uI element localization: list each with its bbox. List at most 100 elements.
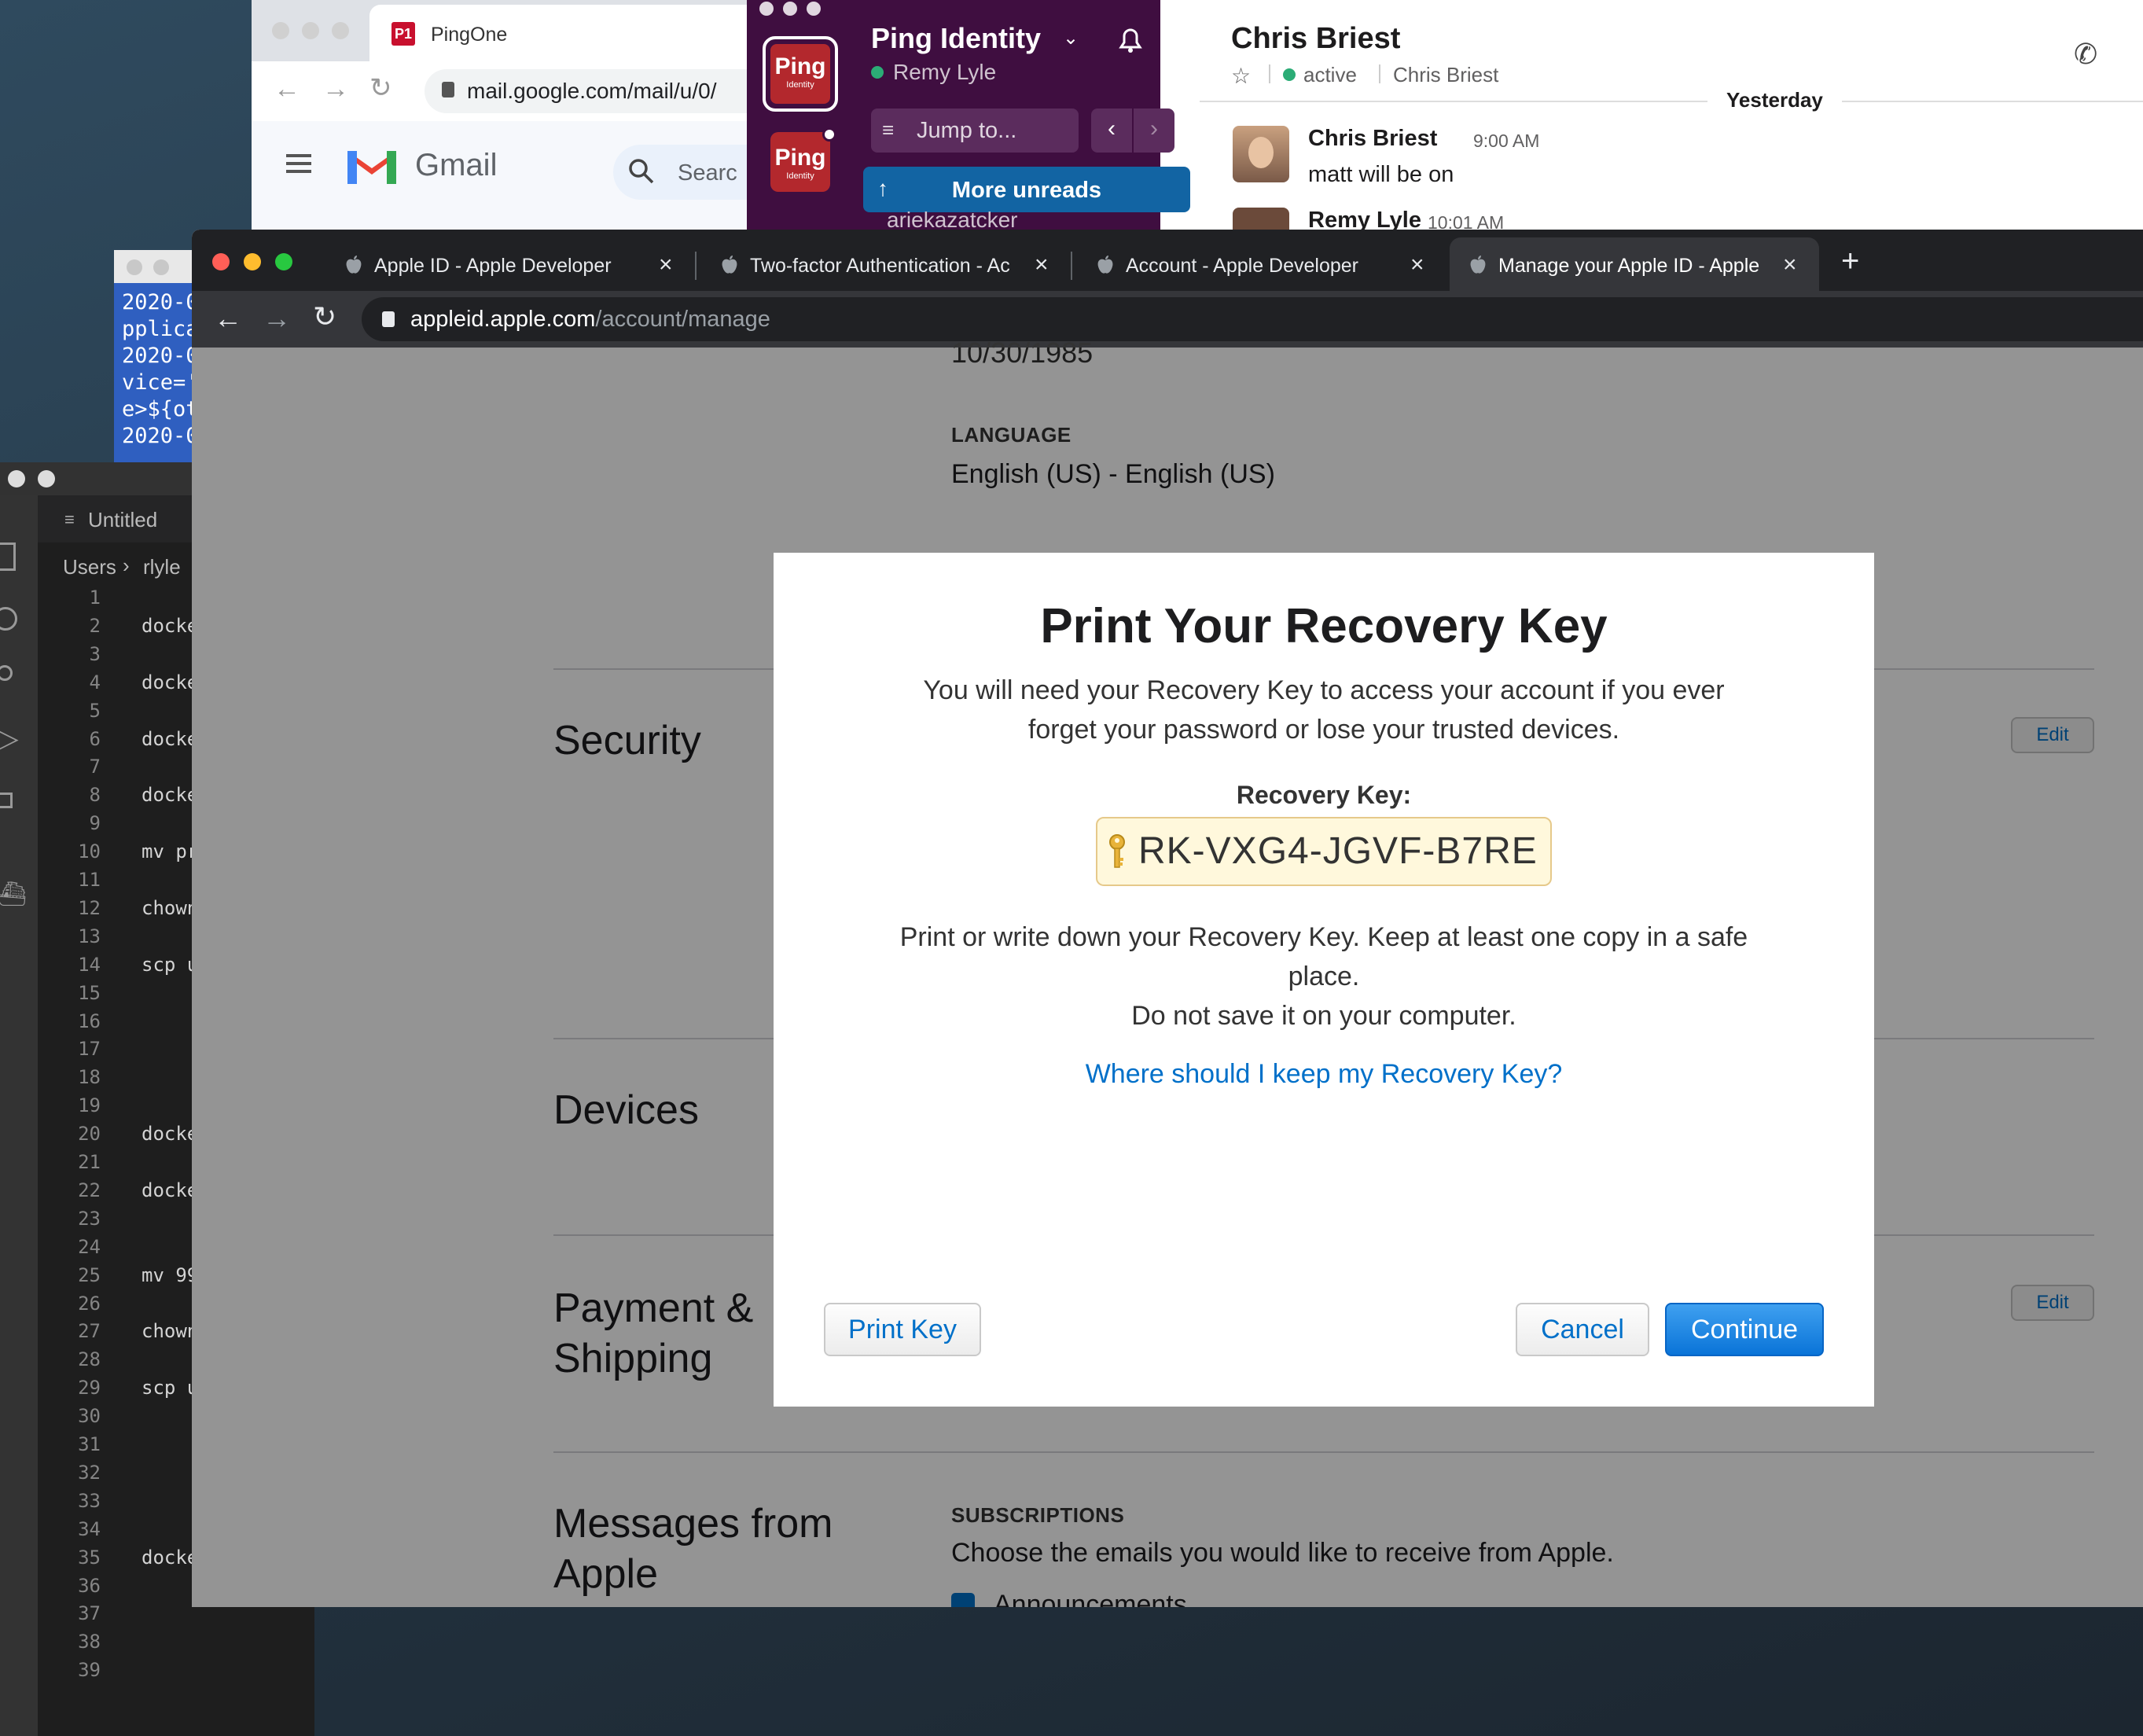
close-icon[interactable]: × [1410,253,1424,277]
code-line[interactable]: docke [142,1547,198,1569]
line-number: 32 [78,1462,101,1484]
gmail-tab[interactable]: P1 PingOne × [369,5,755,61]
chrome-address-bar[interactable]: appleid.apple.com/account/manage [362,297,2143,341]
slack-channel-view: Chris Briest ☆ active Chris Briest ✆ Yes… [1200,0,2143,236]
window-zoom-dot[interactable] [807,2,821,16]
gmail-tab-bar: P1 PingOne × [252,0,755,61]
apple-icon [1096,255,1115,275]
window-close-dot[interactable] [127,259,142,275]
chrome-tab-active[interactable]: Manage your Apple ID - Apple × [1450,237,1819,291]
gmail-search-box[interactable]: Searc [613,145,751,200]
code-line[interactable]: docke [142,1123,198,1145]
chrome-tab-bar: Apple ID - Apple Developer × Two-factor … [192,230,2143,291]
close-icon[interactable]: × [1035,253,1049,277]
window-minimize-dot[interactable] [244,253,261,270]
back-arrow-icon[interactable]: ← [274,74,300,105]
phone-icon[interactable]: ✆ [2074,38,2097,71]
code-line[interactable]: docke [142,784,198,806]
line-number: 5 [89,700,101,722]
window-minimize-dot[interactable] [38,470,55,487]
bell-icon[interactable] [1115,24,1146,55]
new-tab-icon[interactable]: + [1841,244,1859,279]
recovery-key-value: RK-VXG4-JGVF-B7RE [1138,830,1538,872]
message-time[interactable]: 9:00 AM [1473,131,1539,152]
window-zoom-dot[interactable] [332,22,349,39]
reload-icon[interactable]: ↻ [313,300,336,333]
code-line[interactable]: mv 99 [142,1264,198,1286]
jump-to-button[interactable]: ≡ Jump to... [871,108,1079,153]
breadcrumb-users[interactable]: Users [63,555,116,579]
code-line[interactable]: chown [142,897,198,919]
chevron-right-icon: › [123,554,130,577]
more-unreads-button[interactable]: ↑ More unreads [863,167,1190,212]
explorer-icon[interactable] [0,542,16,571]
close-icon[interactable]: × [659,253,673,277]
recovery-key-label: Recovery Key: [1236,781,1412,809]
print-key-button[interactable]: Print Key [824,1303,981,1356]
gmail-address-bar[interactable]: mail.google.com/mail/u/0/ [425,69,755,113]
gmail-toolbar: ← → ↻ mail.google.com/mail/u/0/ [252,61,755,121]
gmail-search-placeholder: Searc [678,160,737,186]
code-line[interactable]: docke [142,615,198,637]
window-close-dot[interactable] [272,22,289,39]
dialog-intro: You will need your Recovery Key to acces… [923,675,1725,745]
divider [1269,64,1270,83]
pingone-favicon: P1 [391,22,415,46]
window-minimize-dot[interactable] [153,259,169,275]
line-number: 35 [78,1547,101,1569]
forward-arrow-icon[interactable]: → [263,302,291,335]
recovery-key-help-link[interactable]: Where should I keep my Recovery Key? [774,1059,1874,1090]
line-number: 15 [78,982,101,1004]
message-text: matt will be on [1308,162,1454,187]
breadcrumb-rlyle[interactable]: rlyle [143,555,181,579]
chrome-tab[interactable]: Two-factor Authentication - Ac × [701,237,1071,291]
cancel-button[interactable]: Cancel [1516,1303,1649,1356]
line-number: 33 [78,1490,101,1512]
line-number: 8 [89,784,101,806]
code-line[interactable]: docke [142,728,198,750]
presence-dot [871,66,884,79]
history-forward-icon[interactable]: › [1134,108,1174,153]
chrome-toolbar: ← → ↻ appleid.apple.com/account/manage [192,291,2143,348]
window-minimize-dot[interactable] [302,22,319,39]
window-minimize-dot[interactable] [783,2,797,16]
chrome-tab[interactable]: Apple ID - Apple Developer × [325,237,695,291]
continue-button[interactable]: Continue [1665,1303,1824,1356]
code-line[interactable]: docke [142,671,198,693]
code-line[interactable]: mv pr [142,840,198,862]
code-line[interactable]: scp u [142,1377,198,1399]
workspace-ping-secondary[interactable]: Ping Identity [770,132,830,192]
window-close-dot[interactable] [759,2,774,16]
code-line[interactable]: docke [142,1179,198,1201]
window-close-dot[interactable] [8,470,25,487]
back-arrow-icon[interactable]: ← [214,302,242,335]
jump-search-icon: ≡ [882,118,895,142]
menu-icon[interactable] [286,154,311,157]
line-number: 34 [78,1518,101,1540]
reload-icon[interactable]: ↻ [369,72,392,104]
window-close-dot[interactable] [212,253,230,270]
chevron-down-icon[interactable]: ⌄ [1063,27,1079,50]
star-icon[interactable]: ☆ [1231,63,1251,89]
line-number: 3 [89,643,101,665]
code-line[interactable]: chown [142,1320,198,1342]
print-instructions: Print or write down your Recovery Key. K… [899,922,1748,1031]
lock-icon [442,82,454,97]
line-number: 36 [78,1575,101,1597]
history-back-icon[interactable]: ‹ [1091,108,1132,153]
chrome-tab[interactable]: Account - Apple Developer × [1077,237,1446,291]
vscode-tab-untitled[interactable]: Untitled [88,508,157,532]
avatar[interactable] [1233,126,1289,182]
workspace-name[interactable]: Ping Identity [871,22,1041,55]
recovery-key-dialog: Print Your Recovery Key You will need yo… [774,553,1874,1407]
slack-workspace-rail: Ping Identity Ping Identity [747,0,855,236]
line-number: 26 [78,1293,101,1315]
workspace-ping-identity[interactable]: Ping Identity [763,36,838,112]
message-author[interactable]: Chris Briest [1308,126,1437,152]
line-number: 39 [78,1659,101,1681]
window-zoom-dot[interactable] [275,253,292,270]
forward-arrow-icon[interactable]: → [322,74,349,105]
code-line[interactable]: scp u [142,954,198,976]
close-icon[interactable]: × [1783,253,1797,277]
line-number: 38 [78,1631,101,1653]
